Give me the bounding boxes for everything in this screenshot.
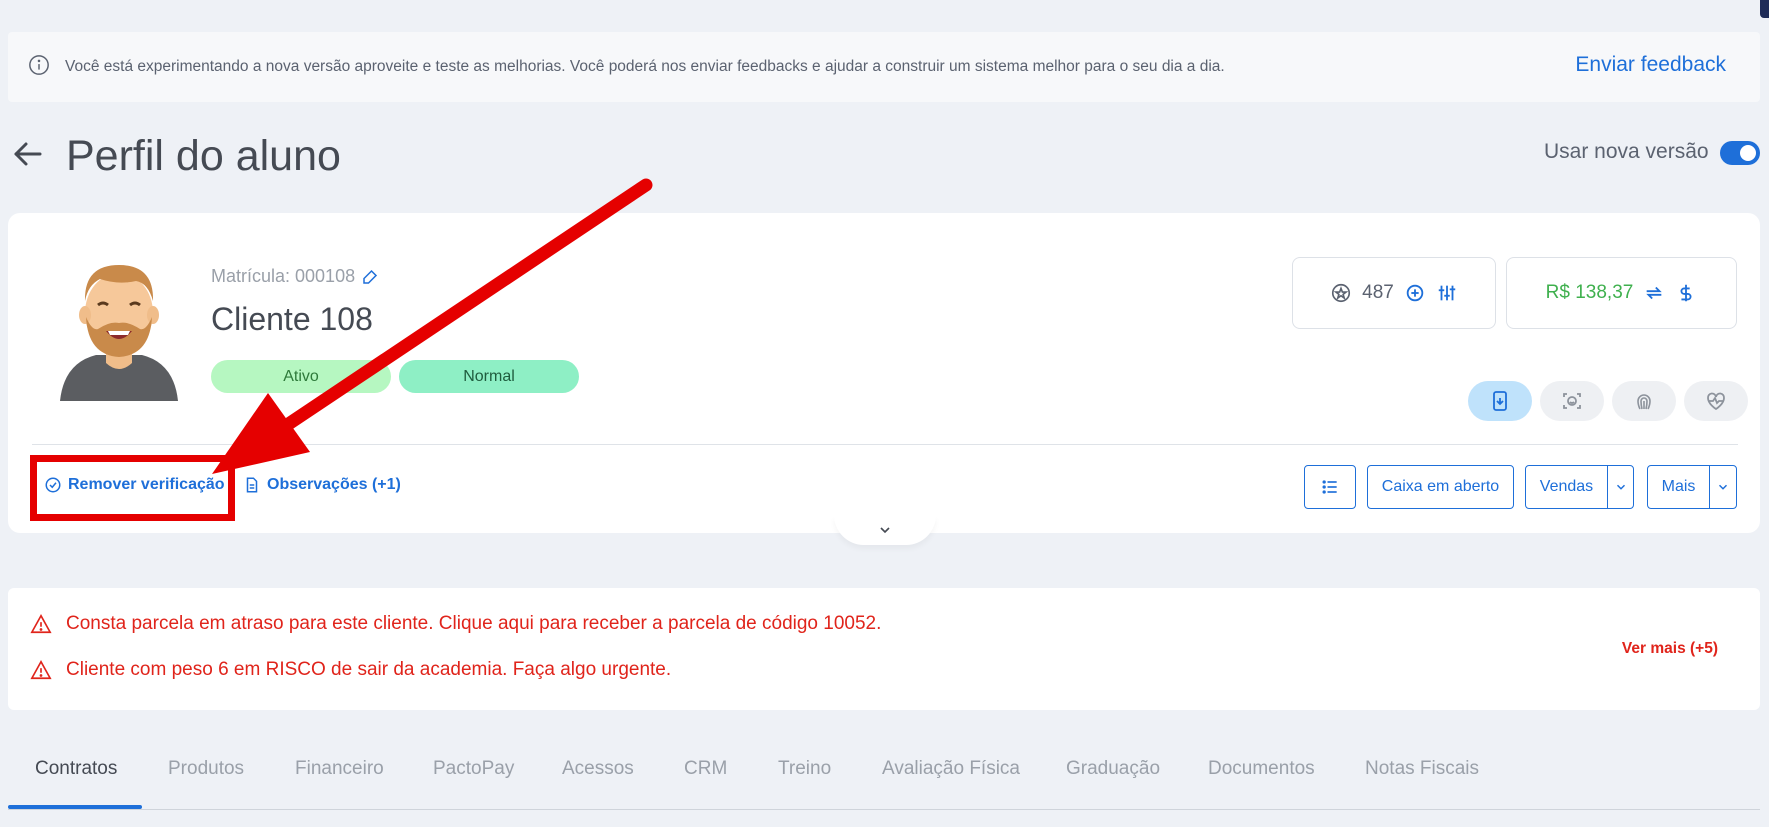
alert-text: Consta parcela em atraso para este clien… [66, 613, 882, 634]
status-badge-normal: Normal [399, 360, 579, 393]
mobile-app-button[interactable] [1468, 381, 1532, 421]
status-badge-ativo: Ativo [211, 360, 391, 393]
matricula-text: Matrícula: 000108 [211, 266, 356, 286]
tab-contratos[interactable]: Contratos [35, 758, 117, 780]
active-tab-indicator [8, 805, 142, 809]
list-icon [1322, 480, 1337, 494]
annotation-highlight-box [30, 455, 235, 521]
mais-button[interactable]: Mais [1647, 465, 1710, 509]
info-icon [29, 55, 49, 75]
new-version-toggle[interactable] [1720, 141, 1760, 165]
fingerprint-icon [1637, 394, 1651, 410]
transfer-icon[interactable] [1643, 282, 1665, 304]
tab-financeiro[interactable]: Financeiro [295, 758, 384, 780]
chevron-down-icon [1616, 484, 1625, 490]
points-box: 487 [1292, 257, 1496, 329]
fingerprint-button[interactable] [1612, 381, 1676, 421]
profile-tabs: Contratos Produtos Financeiro PactoPay A… [8, 740, 1760, 810]
sliders-icon[interactable] [1436, 282, 1458, 304]
window-corner [1760, 0, 1769, 18]
document-icon [246, 477, 258, 493]
tab-graduacao[interactable]: Graduação [1066, 758, 1160, 780]
page-header: Perfil do aluno Usar nova versão [0, 120, 1769, 190]
balance-box: R$ 138,37 [1506, 257, 1737, 329]
tab-avaliacao-fisica[interactable]: Avaliação Física [882, 758, 1020, 780]
alert-text: Cliente com peso 6 em RISCO de sair da a… [66, 659, 672, 680]
send-feedback-link[interactable]: Enviar feedback [1575, 53, 1726, 77]
page-title: Perfil do aluno [66, 132, 341, 180]
caixa-em-aberto-button[interactable]: Caixa em aberto [1367, 465, 1514, 509]
new-version-banner: Você está experimentando a nova versão a… [8, 32, 1760, 102]
warning-icon [30, 660, 52, 680]
face-scan-icon [1563, 393, 1581, 409]
alerts-panel: Consta parcela em atraso para este clien… [8, 588, 1760, 710]
health-button[interactable] [1684, 381, 1748, 421]
ver-mais-link[interactable]: Ver mais (+5) [1622, 640, 1718, 658]
back-arrow-icon[interactable] [12, 138, 44, 170]
expand-card-button[interactable] [834, 515, 936, 545]
banner-message: Você está experimentando a nova versão a… [65, 58, 1225, 75]
mobile-download-icon [1493, 391, 1507, 411]
alert-overdue-installment[interactable]: Consta parcela em atraso para este clien… [30, 613, 881, 635]
points-value: 487 [1362, 282, 1394, 303]
profile-card: Matrícula: 000108 Cliente 108 Ativo Norm… [8, 213, 1760, 533]
edit-icon[interactable] [361, 268, 379, 286]
tab-produtos[interactable]: Produtos [168, 758, 244, 780]
new-version-toggle-label: Usar nova versão [1544, 140, 1709, 163]
tab-documentos[interactable]: Documentos [1208, 758, 1315, 780]
client-name: Cliente 108 [211, 301, 373, 337]
alert-risk[interactable]: Cliente com peso 6 em RISCO de sair da a… [30, 659, 671, 681]
face-recognition-button[interactable] [1540, 381, 1604, 421]
tab-notas-fiscais[interactable]: Notas Fiscais [1365, 758, 1479, 780]
vendas-button[interactable]: Vendas [1525, 465, 1608, 509]
list-button[interactable] [1304, 465, 1356, 509]
warning-icon [30, 614, 52, 634]
matricula: Matrícula: 000108 [211, 266, 379, 287]
dollar-icon[interactable] [1675, 282, 1697, 304]
avatar [60, 265, 178, 401]
chevron-down-icon [880, 527, 890, 534]
tab-pactopay[interactable]: PactoPay [433, 758, 514, 780]
heart-pulse-icon [1707, 392, 1725, 411]
tab-acessos[interactable]: Acessos [562, 758, 634, 780]
tab-treino[interactable]: Treino [778, 758, 831, 780]
add-circle-icon[interactable] [1404, 282, 1426, 304]
chevron-down-icon [1718, 484, 1728, 490]
observations-link[interactable]: Observações (+1) [243, 476, 401, 494]
observations-label: Observações (+1) [267, 476, 401, 493]
mais-dropdown-button[interactable] [1709, 465, 1737, 509]
balance-value: R$ 138,37 [1545, 282, 1634, 303]
medal-icon [1332, 283, 1351, 303]
vendas-dropdown-button[interactable] [1607, 465, 1634, 509]
tab-crm[interactable]: CRM [684, 758, 727, 780]
card-divider [32, 444, 1738, 445]
